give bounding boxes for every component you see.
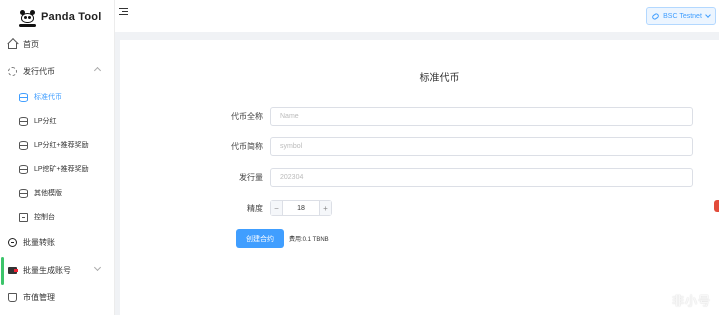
- link-icon: [651, 11, 660, 21]
- floating-badge[interactable]: [714, 200, 719, 212]
- sidebar-item-label: LP分红+推荐奖励: [34, 142, 89, 149]
- sidebar-item-label: 其他模版: [34, 190, 62, 197]
- sidebar-item-standard-token[interactable]: 标准代币: [0, 92, 114, 102]
- home-icon: [8, 43, 17, 49]
- app-logo[interactable]: Panda Tool: [0, 0, 114, 34]
- sidebar-item-console[interactable]: 控制台: [0, 212, 114, 222]
- sidebar: Panda Tool 首页 发行代币 标准代币 LP分红 LP分红+推荐奖励 L…: [0, 0, 115, 315]
- sidebar-item-label: 批量转账: [23, 238, 55, 247]
- sidebar-item-label: 市值管理: [23, 293, 55, 302]
- market-icon: [8, 293, 17, 302]
- token-form-card: 标准代币 代币全称 Name 代币简称 symbol 发行量 202304 精度…: [120, 40, 719, 315]
- decrement-button[interactable]: −: [271, 201, 283, 215]
- console-icon: [19, 212, 28, 222]
- chevron-down-icon: [705, 12, 711, 18]
- input-placeholder: 202304: [280, 174, 304, 181]
- sidebar-item-issue-token[interactable]: 发行代币: [0, 66, 114, 77]
- transfer-icon: [8, 238, 17, 247]
- sidebar-item-other-templates[interactable]: 其他模版: [0, 188, 114, 198]
- sidebar-item-label: LP分红: [34, 118, 57, 125]
- chevron-up-icon: [93, 66, 102, 75]
- database-icon: [19, 164, 28, 174]
- sidebar-item-home[interactable]: 首页: [0, 39, 114, 50]
- fee-text: 费用:0.1 TBNB: [289, 237, 329, 243]
- database-icon: [19, 92, 28, 102]
- sidebar-item-lp-dividend[interactable]: LP分红: [0, 116, 114, 126]
- sidebar-item-lp-mining-referral[interactable]: LP挖矿+推荐奖励: [0, 164, 114, 174]
- symbol-label: 代币简称: [231, 142, 263, 151]
- sidebar-item-label: 首页: [23, 40, 39, 49]
- app-name: Panda Tool: [41, 11, 102, 23]
- input-placeholder: Name: [280, 113, 299, 120]
- watermark: 非小号: [671, 294, 711, 308]
- supply-label: 发行量: [239, 173, 263, 182]
- main-content: 标准代币 代币全称 Name 代币简称 symbol 发行量 202304 精度…: [115, 32, 719, 315]
- sidebar-item-label: 控制台: [34, 214, 55, 221]
- chevron-down-icon: [93, 263, 102, 272]
- sidebar-item-label: LP挖矿+推荐奖励: [34, 166, 89, 173]
- network-selector[interactable]: BSC Testnet: [646, 7, 716, 25]
- database-icon: [19, 116, 28, 126]
- form-row-submit: 创建合约 费用:0.1 TBNB: [236, 229, 329, 248]
- input-placeholder: symbol: [280, 143, 303, 150]
- top-header: BSC Testnet: [115, 0, 719, 32]
- token-name-input[interactable]: Name: [270, 107, 693, 126]
- create-contract-button[interactable]: 创建合约: [236, 229, 284, 248]
- decimals-value[interactable]: 18: [283, 201, 319, 215]
- decimals-stepper[interactable]: − 18 +: [270, 200, 332, 216]
- network-label: BSC Testnet: [663, 12, 702, 20]
- sidebar-item-batch-transfer[interactable]: 批量转账: [0, 237, 114, 248]
- sidebar-item-label: 批量生成账号: [23, 266, 71, 275]
- form-row-supply: 发行量 202304: [215, 168, 693, 187]
- sidebar-item-market-cap[interactable]: 市值管理: [0, 292, 114, 303]
- scroll-indicator[interactable]: [1, 257, 4, 285]
- sidebar-item-lp-dividend-referral[interactable]: LP分红+推荐奖励: [0, 140, 114, 150]
- sidebar-item-label: 标准代币: [34, 94, 62, 101]
- token-supply-input[interactable]: 202304: [270, 168, 693, 187]
- increment-button[interactable]: +: [319, 201, 331, 215]
- token-symbol-input[interactable]: symbol: [270, 137, 693, 156]
- sidebar-item-batch-accounts[interactable]: 批量生成账号: [0, 263, 114, 276]
- panda-logo-icon: [19, 9, 36, 27]
- form-row-symbol: 代币简称 symbol: [215, 137, 693, 156]
- name-label: 代币全称: [231, 112, 263, 121]
- database-icon: [19, 188, 28, 198]
- form-row-name: 代币全称 Name: [215, 107, 693, 126]
- database-icon: [19, 140, 28, 150]
- form-row-decimals: 精度 − 18 +: [215, 200, 332, 216]
- decimals-label: 精度: [247, 203, 263, 213]
- wallet-icon: [8, 267, 18, 274]
- menu-fold-icon[interactable]: [119, 8, 128, 16]
- sidebar-item-label: 发行代币: [23, 67, 55, 76]
- page-title: 标准代币: [419, 73, 460, 84]
- issue-icon: [8, 67, 17, 76]
